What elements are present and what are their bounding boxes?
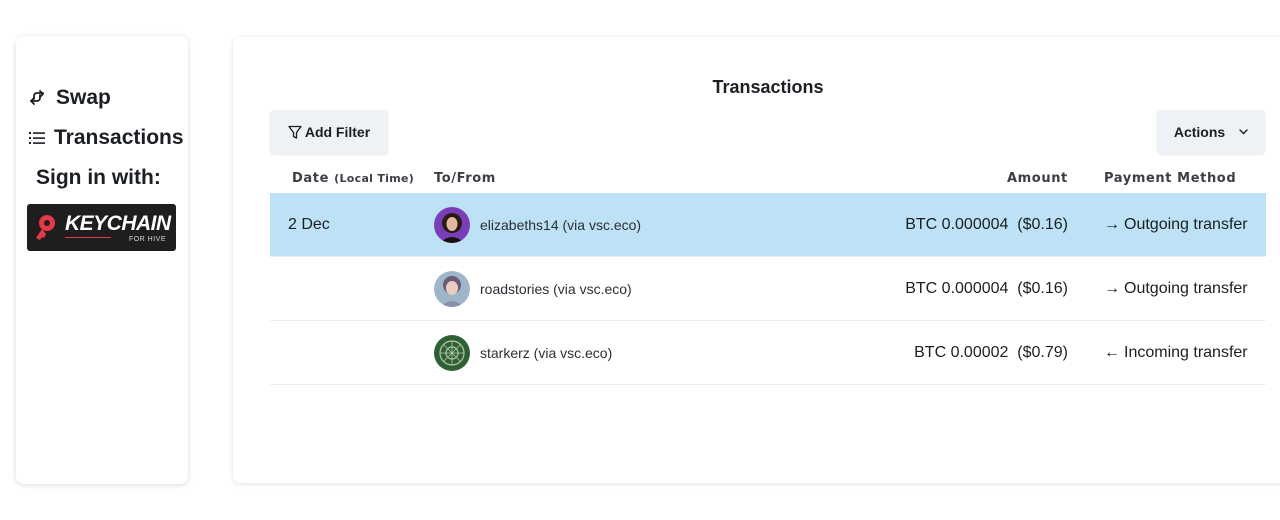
row-amount: BTC 0.000004 ($0.16): [905, 215, 1068, 233]
table-row[interactable]: roadstories (via vsc.eco) BTC 0.000004 (…: [270, 257, 1266, 321]
arrow-left-icon: ←: [1104, 343, 1120, 361]
arrow-right-icon: →: [1104, 279, 1120, 297]
row-payment-method: ← Incoming transfer: [1104, 344, 1248, 362]
swap-arrows-icon: [26, 89, 48, 107]
sidebar-item-swap[interactable]: Swap: [26, 86, 111, 110]
table-row[interactable]: starkerz (via vsc.eco) BTC 0.00002 ($0.7…: [270, 321, 1266, 385]
transactions-panel: Transactions Add Filter Actions Date (Lo…: [233, 37, 1280, 483]
funnel-icon: [288, 125, 302, 140]
column-header-date-note: (Local Time): [334, 172, 415, 185]
column-header-date-label: Date: [292, 171, 329, 186]
column-header-amount[interactable]: Amount: [1007, 171, 1068, 186]
actions-dropdown[interactable]: Actions: [1157, 110, 1265, 154]
row-payment-method-label: Incoming transfer: [1124, 343, 1248, 361]
row-payment-method-label: Outgoing transfer: [1124, 215, 1248, 233]
add-filter-label: Add Filter: [304, 124, 371, 140]
row-counterparty[interactable]: roadstories (via vsc.eco): [480, 281, 632, 297]
key-icon: [36, 215, 55, 240]
row-counterparty[interactable]: starkerz (via vsc.eco): [480, 345, 612, 361]
row-amount: BTC 0.000004 ($0.16): [905, 279, 1068, 297]
add-filter-button[interactable]: Add Filter: [270, 110, 388, 154]
sidebar: Swap Transactions Sign in with: KEYCHAIN…: [16, 36, 188, 484]
avatar[interactable]: [434, 270, 470, 307]
table-row[interactable]: 2 Dec elizabeths14 (via vsc.eco) BTC 0.0…: [270, 193, 1266, 257]
row-amount: BTC 0.00002 ($0.79): [914, 343, 1068, 361]
actions-label: Actions: [1173, 124, 1226, 140]
row-payment-method: → Outgoing transfer: [1104, 280, 1248, 298]
column-header-to-from[interactable]: To/From: [434, 171, 496, 186]
avatar[interactable]: [434, 334, 470, 371]
keychain-logo-subtext: FOR HIVE: [128, 236, 166, 243]
keychain-logo-underline: [65, 237, 111, 238]
row-counterparty[interactable]: elizabeths14 (via vsc.eco): [480, 217, 641, 233]
column-header-date[interactable]: Date (Local Time): [292, 171, 414, 186]
row-date: 2 Dec: [288, 215, 330, 233]
sidebar-item-transactions[interactable]: Transactions: [26, 126, 184, 150]
column-header-payment-method[interactable]: Payment Method: [1104, 171, 1236, 186]
chevron-down-icon: [1239, 129, 1248, 135]
signin-label: Sign in with:: [36, 166, 161, 189]
keychain-logo-text: KEYCHAIN: [65, 212, 171, 235]
row-payment-method-label: Outgoing transfer: [1124, 279, 1248, 297]
page-title: Transactions: [712, 77, 824, 97]
avatar[interactable]: [434, 206, 470, 243]
keychain-signin-button[interactable]: KEYCHAIN FOR HIVE: [27, 204, 176, 251]
sidebar-item-label: Swap: [56, 86, 111, 109]
row-payment-method: → Outgoing transfer: [1104, 216, 1248, 234]
list-icon: [26, 130, 48, 146]
sidebar-item-label: Transactions: [54, 126, 184, 149]
arrow-right-icon: →: [1104, 215, 1120, 233]
